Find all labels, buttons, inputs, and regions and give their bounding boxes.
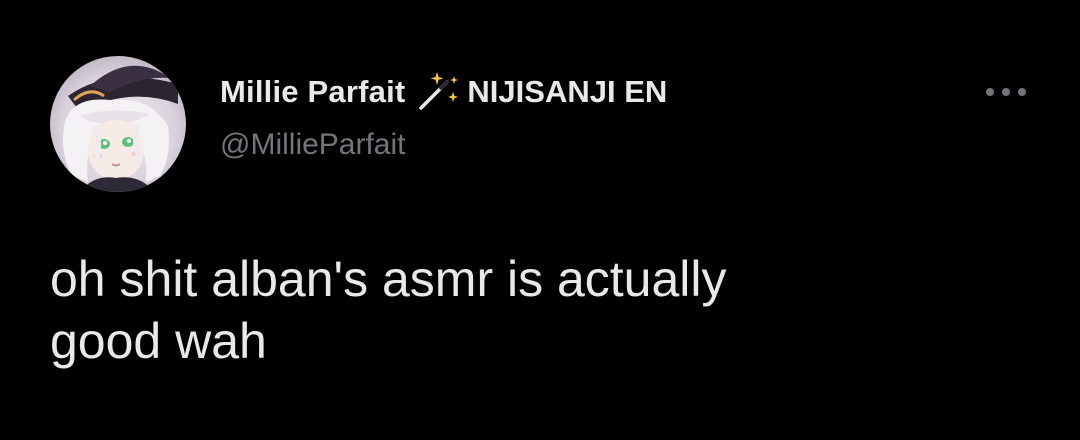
avatar-image bbox=[50, 56, 186, 192]
username-handle[interactable]: @MillieParfait bbox=[220, 128, 406, 162]
more-options-button[interactable] bbox=[976, 78, 1036, 106]
author-name-row[interactable]: Millie Parfait NIJISANJI EN bbox=[220, 70, 667, 114]
magic-wand-icon bbox=[413, 70, 463, 114]
avatar[interactable] bbox=[50, 56, 186, 192]
display-name[interactable]: Millie Parfait bbox=[220, 74, 405, 110]
tweet-text: oh shit alban's asmr is actually good wa… bbox=[50, 251, 727, 369]
more-options-icon bbox=[986, 88, 1026, 96]
affiliation-label: NIJISANJI EN bbox=[467, 74, 668, 109]
tweet-card: Millie Parfait NIJISANJI EN @MillieParfa… bbox=[0, 0, 1080, 440]
